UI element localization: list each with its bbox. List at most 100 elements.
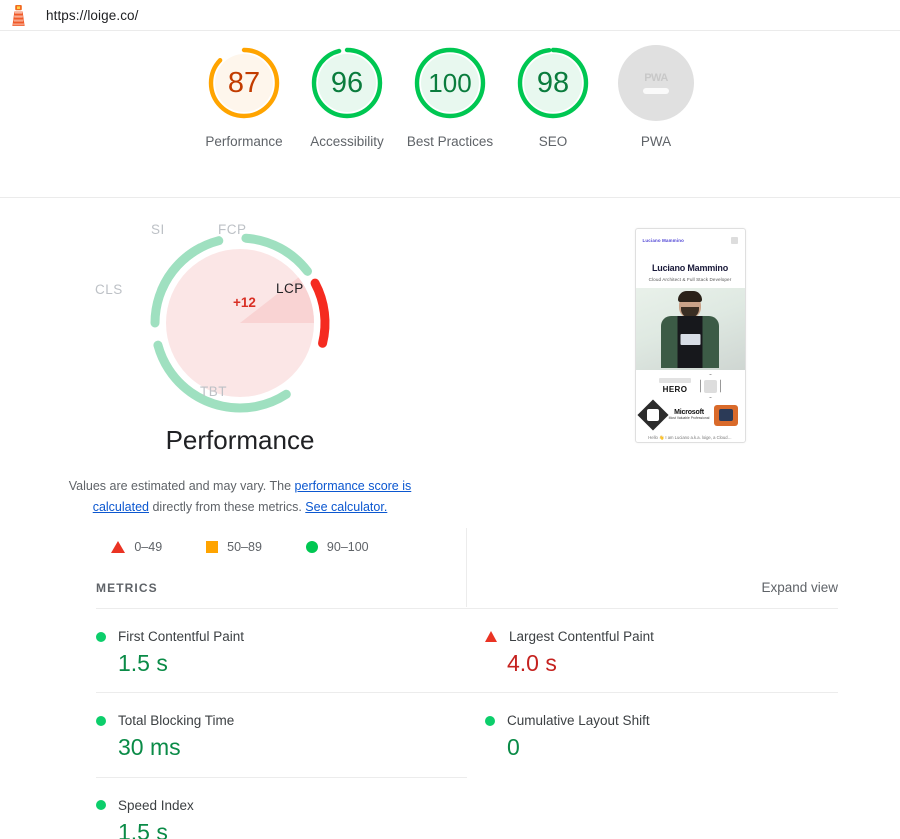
metric-value: 1.5 s	[118, 651, 467, 676]
metrics-column-right: Largest Contentful Paint 4.0 s Cumulativ…	[467, 608, 838, 839]
lighthouse-icon	[9, 4, 28, 27]
metric-largest-contentful-paint[interactable]: Largest Contentful Paint 4.0 s	[467, 608, 838, 692]
badge-seal-icon	[714, 405, 738, 426]
badge-hero: HERO	[659, 378, 691, 394]
badge-hero-label: HERO	[659, 385, 691, 394]
circle-icon	[306, 541, 318, 553]
badge-mvp-inner	[647, 409, 659, 421]
status-pass-icon	[96, 716, 106, 726]
metrics-title: METRICS	[96, 581, 158, 595]
gauge-accessibility[interactable]: 96 Accessibility	[296, 45, 399, 197]
donut-delta-value: +12	[233, 295, 256, 310]
donut-label-tbt: TBT	[200, 384, 227, 399]
status-fail-icon	[485, 631, 497, 642]
disclaimer-text-1: Values are estimated and may vary. The	[69, 479, 295, 493]
disclaimer-text-2: directly from these metrics.	[149, 500, 305, 514]
metric-total-blocking-time[interactable]: Total Blocking Time 30 ms	[96, 692, 467, 776]
thumb-footer-text: Hello 👋 I am Luciano a.k.a. loige, a Clo…	[636, 435, 745, 441]
score-legend: 0–49 50–89 90–100	[0, 540, 480, 554]
metric-label: First Contentful Paint	[118, 629, 244, 644]
gauge-ring-accessibility: 96	[309, 45, 385, 121]
badge-hexagon-icon	[700, 374, 721, 398]
metric-value: 1.5 s	[118, 820, 467, 839]
final-screenshot-panel: Luciano Mammino Luciano Mammino Cloud Ar…	[480, 198, 900, 443]
metric-label: Largest Contentful Paint	[509, 629, 654, 644]
gauge-ring-best-practices: 100	[412, 45, 488, 121]
person-illustration	[661, 294, 719, 370]
gauge-value-seo: 98	[537, 69, 569, 98]
donut-label-lcp: LCP	[276, 281, 304, 296]
square-icon	[206, 541, 218, 553]
metrics-column-left: First Contentful Paint 1.5 s Total Block…	[96, 608, 467, 839]
thumb-badges-row-1: HERO	[636, 374, 745, 398]
metric-value: 4.0 s	[507, 651, 838, 676]
gauge-label-seo: SEO	[539, 131, 568, 153]
badge-hero-bar	[659, 378, 691, 383]
gauge-value-performance: 87	[228, 69, 260, 98]
thumb-badges-row-2: Microsoft Most Valuable Professional	[636, 404, 745, 426]
gauge-best-practices[interactable]: 100 Best Practices	[399, 45, 502, 197]
see-calculator-link[interactable]: See calculator.	[305, 500, 387, 514]
metric-first-contentful-paint[interactable]: First Contentful Paint 1.5 s	[96, 608, 467, 692]
metric-value: 30 ms	[118, 735, 467, 760]
thumb-brand: Luciano Mammino	[643, 238, 685, 243]
gauge-value-best-practices: 100	[428, 70, 471, 96]
metric-label: Total Blocking Time	[118, 713, 234, 728]
legend-item-average: 50–89	[206, 540, 262, 554]
gauge-label-best-practices: Best Practices	[407, 131, 493, 153]
metrics-grid: First Contentful Paint 1.5 s Total Block…	[96, 608, 838, 839]
person-shirt	[678, 316, 703, 368]
status-pass-icon	[485, 716, 495, 726]
gauge-label-performance: Performance	[205, 131, 282, 153]
metric-cumulative-layout-shift[interactable]: Cumulative Layout Shift 0	[467, 692, 838, 776]
legend-range-average: 50–89	[227, 540, 262, 554]
person-head	[679, 294, 701, 318]
legend-range-pass: 90–100	[327, 540, 369, 554]
gauge-ring-seo: 98	[515, 45, 591, 121]
gauge-pwa[interactable]: PWA PWA	[605, 45, 708, 197]
final-screenshot-thumbnail[interactable]: Luciano Mammino Luciano Mammino Cloud Ar…	[635, 228, 746, 443]
performance-section: SI FCP CLS TBT LCP +12 Performance Value…	[0, 198, 900, 839]
badge-mvp-icon	[637, 399, 668, 430]
expand-view-button[interactable]: Expand view	[761, 580, 838, 595]
badge-microsoft: Microsoft Most Valuable Professional	[669, 409, 710, 420]
person-hair	[678, 291, 702, 302]
pwa-dash-icon	[643, 88, 669, 94]
donut-label-cls: CLS	[95, 282, 123, 297]
thumb-hero-photo	[636, 288, 745, 370]
score-gauges: 87 Performance 96 Accessibility 100 Best…	[0, 31, 900, 198]
pwa-word: PWA	[644, 72, 668, 84]
triangle-icon	[111, 541, 125, 553]
metric-label: Speed Index	[118, 798, 194, 813]
gauge-seo[interactable]: 98 SEO	[502, 45, 605, 197]
gauge-label-accessibility: Accessibility	[310, 131, 384, 153]
gauge-label-pwa: PWA	[641, 131, 671, 153]
hamburger-icon	[731, 237, 738, 244]
gauge-ring-pwa: PWA	[618, 45, 694, 121]
person-shirt-print	[680, 334, 700, 345]
thumb-name: Luciano Mammino	[636, 263, 745, 273]
metrics-donut-chart: SI FCP CLS TBT LCP +12	[90, 216, 390, 431]
metric-speed-index[interactable]: Speed Index 1.5 s	[96, 777, 467, 839]
thumb-role: Cloud Architect & Full Stack Developer	[636, 277, 745, 282]
donut-label-si: SI	[151, 222, 165, 237]
badge-seal-inner	[719, 409, 733, 421]
thumb-navbar: Luciano Mammino	[636, 229, 745, 251]
metric-value: 0	[507, 735, 838, 760]
gauge-value-accessibility: 96	[331, 69, 363, 98]
badge-microsoft-sub: Most Valuable Professional	[669, 416, 710, 420]
performance-disclaimer: Values are estimated and may vary. The p…	[65, 476, 415, 518]
legend-item-pass: 90–100	[306, 540, 369, 554]
metrics-header: METRICS Expand view	[0, 580, 900, 595]
performance-summary: SI FCP CLS TBT LCP +12 Performance Value…	[0, 198, 480, 554]
page-url[interactable]: https://loige.co/	[46, 8, 139, 23]
metric-label: Cumulative Layout Shift	[507, 713, 650, 728]
topbar: https://loige.co/	[0, 0, 900, 31]
status-pass-icon	[96, 632, 106, 642]
gauge-performance[interactable]: 87 Performance	[193, 45, 296, 197]
gauge-ring-performance: 87	[206, 45, 282, 121]
status-pass-icon	[96, 800, 106, 810]
badge-microsoft-title: Microsoft	[669, 409, 710, 416]
donut-label-fcp: FCP	[218, 222, 247, 237]
person-body	[661, 316, 719, 368]
